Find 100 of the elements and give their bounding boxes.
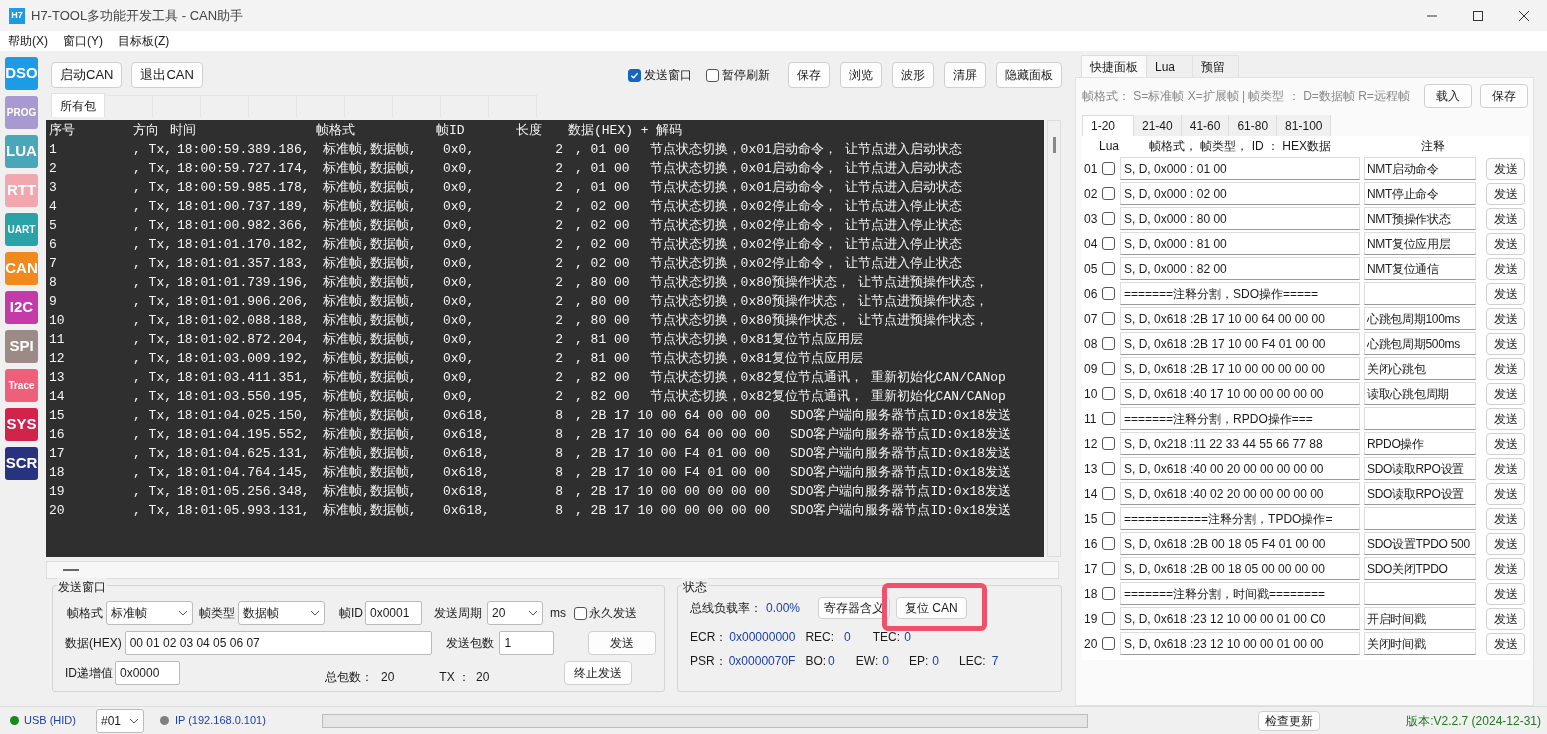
tab[interactable]: 81-100 [1277,115,1332,136]
checkbox[interactable] [706,68,719,82]
button[interactable]: 发送 [1486,157,1525,180]
button[interactable]: 发送 [1486,232,1525,255]
button[interactable]: 检查更新 [1257,710,1320,731]
menu-item[interactable]: 帮助(X) [8,32,48,50]
button[interactable]: 发送 [1486,607,1525,630]
checkbox[interactable] [1102,537,1115,550]
button[interactable]: 启动CAN [51,62,123,88]
sidebar-tool[interactable]: SYS [5,408,38,441]
checkbox[interactable] [1102,162,1115,175]
button[interactable]: 保存 [1479,84,1528,108]
sidebar-tool[interactable]: I2C [5,291,38,324]
input-field[interactable]: =======注释分割，SDO操作===== [1120,282,1360,305]
input-field[interactable]: SDO读取RPO设置 [1364,482,1476,505]
input-field[interactable]: NMT停止命令 [1364,182,1476,205]
dropdown[interactable]: 数据帧 [238,601,325,625]
button[interactable]: 发送 [1486,357,1525,380]
input-field[interactable]: 关闭时间戳 [1364,632,1476,655]
input-field[interactable]: S, D, 0x218 :11 22 33 44 55 66 77 88 [1120,432,1360,455]
checkbox[interactable] [1102,487,1115,500]
button[interactable]: 波形 [892,62,934,88]
button[interactable]: 发送 [1486,432,1525,455]
checkbox[interactable] [1102,287,1115,300]
checkbox[interactable] [1102,387,1115,400]
tab[interactable]: 快捷面板 [1081,55,1147,77]
button[interactable]: 终止发送 [564,661,633,685]
button[interactable]: 发送 [1486,207,1525,230]
dropdown[interactable]: 标准帧 [106,601,193,625]
button[interactable]: 发送 [1486,407,1525,430]
input-field[interactable]: RPDO操作 [1364,432,1476,455]
button[interactable]: 发送 [588,631,656,655]
input-field[interactable]: S, D, 0x618 :2B 17 10 00 F4 01 00 00 [1120,332,1360,355]
button[interactable]: 发送 [1486,557,1525,580]
button[interactable]: 发送 [1486,332,1525,355]
checkbox[interactable] [1102,587,1115,600]
checkbox[interactable] [1102,262,1115,275]
button[interactable]: 寄存器含义 [818,597,891,619]
input-field[interactable]: NMT复位应用层 [1364,232,1476,255]
checkbox[interactable] [1102,462,1115,475]
checkbox[interactable] [1102,437,1115,450]
button[interactable]: 发送 [1486,457,1525,480]
input-field[interactable]: SDO读取RPO设置 [1364,457,1476,480]
input-field[interactable]: S, D, 0x000 : 81 00 [1120,232,1360,255]
input-field[interactable]: 关闭心跳包 [1364,357,1476,380]
button[interactable]: 发送 [1486,532,1525,555]
button[interactable]: 发送 [1486,507,1525,530]
input-field[interactable]: 心跳包周期500ms [1364,332,1476,355]
input-field[interactable]: S, D, 0x000 : 82 00 [1120,257,1360,280]
checkbox[interactable] [1102,212,1115,225]
input-field[interactable]: S, D, 0x618 :23 12 10 00 00 01 00 C0 [1120,607,1360,630]
button[interactable]: 隐藏面板 [996,62,1062,88]
button[interactable]: 浏览 [840,62,882,88]
tab[interactable]: 预留 [1193,55,1239,77]
menu-item[interactable]: 目标板(Z) [118,32,170,50]
input-field[interactable] [1364,407,1476,430]
input-field[interactable] [1364,507,1476,530]
input-field[interactable]: S, D, 0x618 :2B 17 10 00 64 00 00 00 [1120,307,1360,330]
input-field[interactable]: S, D, 0x618 :40 02 20 00 00 00 00 00 [1120,482,1360,505]
checkbox[interactable] [1102,512,1115,525]
input-field[interactable]: S, D, 0x618 :2B 00 18 05 F4 01 00 00 [1120,532,1360,555]
scroll-thumb[interactable] [63,569,79,571]
button[interactable]: 发送 [1486,482,1525,505]
button[interactable]: 载入 [1423,84,1472,108]
menu-item[interactable]: 窗口(Y) [63,32,103,50]
input-field[interactable]: =======注释分割，RPDO操作=== [1120,407,1360,430]
input-field[interactable]: S, D, 0x000 : 01 00 [1120,157,1360,180]
input-field[interactable]: S, D, 0x618 :40 17 10 00 00 00 00 00 [1120,382,1360,405]
button[interactable]: 发送 [1486,632,1525,655]
button[interactable]: 发送 [1486,182,1525,205]
button[interactable]: 发送 [1486,382,1525,405]
checkbox[interactable] [1102,562,1115,575]
scrollbar[interactable] [1047,120,1061,557]
checkbox[interactable] [628,68,641,82]
checkbox[interactable] [574,606,587,620]
input-field[interactable] [1364,282,1476,305]
tab[interactable]: Lua [1147,55,1193,77]
input-field[interactable] [1364,582,1476,605]
input-field[interactable]: 0x0001 [365,601,422,625]
input-field[interactable]: 0x0000 [115,661,180,685]
input-field[interactable]: 1 [499,631,555,655]
input-field[interactable]: NMT启动命令 [1364,157,1476,180]
button[interactable]: 发送 [1486,282,1525,305]
input-field[interactable]: SDO设置TPDO 500 [1364,532,1476,555]
tab[interactable]: 41-60 [1181,115,1230,136]
input-field[interactable]: 读取心跳包周期 [1364,382,1476,405]
input-field[interactable]: S, D, 0x618 :23 12 10 00 00 01 00 00 [1120,632,1360,655]
tab[interactable]: 所有包 [51,93,105,117]
scroll-thumb[interactable] [1052,137,1056,153]
checkbox[interactable] [1102,612,1115,625]
button[interactable]: 发送 [1486,257,1525,280]
maximize-icon[interactable] [1473,10,1483,21]
button[interactable]: 退出CAN [131,62,203,88]
input-field[interactable]: 00 01 02 03 04 05 06 07 [124,631,433,655]
input-field[interactable]: 心跳包周期100ms [1364,307,1476,330]
input-field[interactable]: S, D, 0x618 :40 00 20 00 00 00 00 00 [1120,457,1360,480]
input-field[interactable]: ============注释分割，TPDO操作= [1120,507,1360,530]
button[interactable]: 复位 CAN [896,597,967,619]
button[interactable]: 保存 [788,62,830,88]
scrollbar[interactable] [46,561,1059,579]
